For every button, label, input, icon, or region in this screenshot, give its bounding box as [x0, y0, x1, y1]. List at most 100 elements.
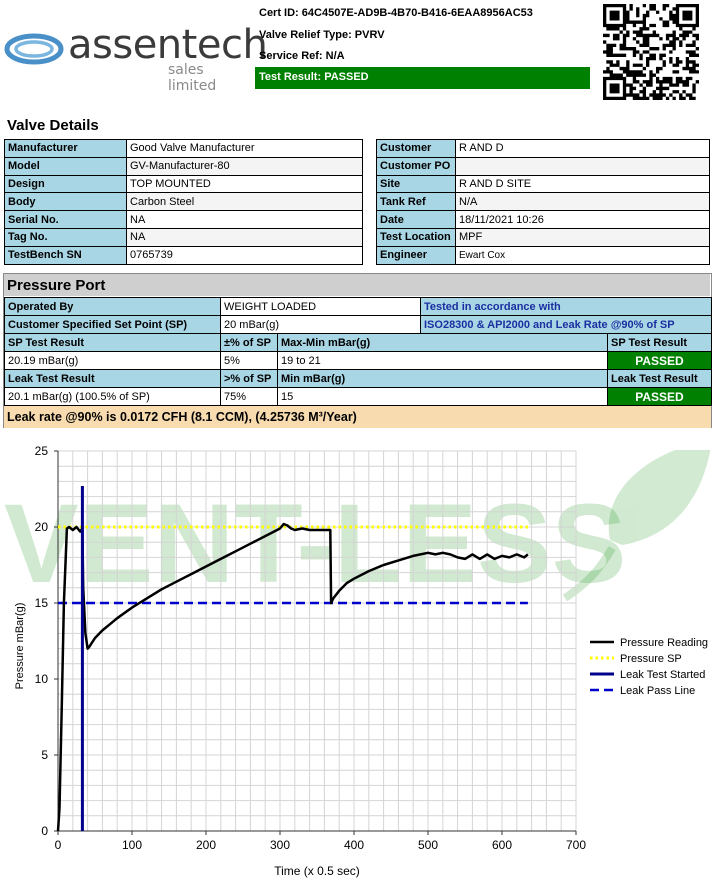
field-value: Good Valve Manufacturer: [126, 139, 363, 158]
set-point-value: 20 mBar(g): [220, 315, 421, 334]
logo-rings-icon: [4, 33, 64, 65]
leak-threshold-value: 75%: [220, 387, 278, 406]
table-row: Test Location MPF: [376, 227, 710, 247]
y-axis-label: Pressure mBar(g): [14, 603, 26, 690]
x-axis-label: Time (x 0.5 sec): [274, 864, 360, 878]
field-label: Date: [376, 210, 456, 229]
table-row: Tank Ref N/A: [376, 192, 710, 212]
field-value: TOP MOUNTED: [126, 174, 363, 194]
table-row: Body Carbon Steel: [4, 192, 363, 212]
sp-passed-badge: PASSED: [606, 351, 713, 370]
table-row: Customer Specified Set Point (SP) 20 mBa…: [4, 315, 713, 334]
y-tick-label: 25: [35, 444, 49, 458]
field-value: R AND D: [455, 139, 710, 158]
x-tick-label: 0: [55, 838, 62, 852]
field-value: Ewart Cox: [455, 245, 710, 265]
table-row: Leak Test Result >% of SP Min mBar(g) Le…: [4, 369, 713, 388]
legend-item: Leak Pass Line: [620, 685, 695, 697]
field-label: Customer: [376, 139, 456, 158]
pressure-port-table: Operated By WEIGHT LOADED Tested in acco…: [4, 297, 713, 406]
leak-min-value: 15: [277, 387, 608, 406]
table-row: Customer R AND D: [376, 139, 710, 158]
sp-result-value: 20.19 mBar(g): [4, 351, 221, 370]
logo-tagline: sales limited: [168, 62, 217, 94]
field-label: TestBench SN: [4, 245, 127, 265]
column-header: Min mBar(g): [277, 369, 608, 388]
x-tick-label: 300: [270, 838, 290, 852]
valve-relief-type: Valve Relief Type: PVRV: [259, 29, 385, 41]
legend-item: Pressure Reading: [620, 637, 708, 649]
x-tick-label: 100: [122, 838, 142, 852]
table-row: TestBench SN 0765739: [4, 245, 363, 265]
qr-code-icon: [603, 4, 699, 100]
operated-by-value: WEIGHT LOADED: [220, 297, 421, 316]
test-standard: ISO28300 & API2000 and Leak Rate @90% of…: [419, 315, 713, 334]
column-header: Leak Test Result: [606, 369, 713, 388]
table-row: Serial No. NA: [4, 210, 363, 229]
valve-details-title: Valve Details: [7, 117, 99, 134]
table-row: Design TOP MOUNTED: [4, 174, 363, 194]
y-tick-label: 15: [35, 596, 49, 610]
x-tick-label: 400: [344, 838, 364, 852]
field-label: Body: [4, 192, 127, 212]
x-tick-label: 600: [492, 838, 512, 852]
valve-details-left-table: Manufacturer Good Valve Manufacturer Mode…: [4, 139, 363, 265]
sp-tolerance-value: 5%: [220, 351, 278, 370]
pressure-port-title: Pressure Port: [4, 274, 710, 296]
column-header: SP Test Result: [4, 333, 221, 352]
sp-range-value: 19 to 21: [277, 351, 608, 370]
leak-result-value: 20.1 mBar(g) (100.5% of SP): [4, 387, 221, 406]
x-tick-label: 700: [566, 838, 586, 852]
x-tick-label: 500: [418, 838, 438, 852]
column-header: >% of SP: [220, 369, 278, 388]
column-header: Leak Test Result: [4, 369, 221, 388]
legend-item: Leak Test Started: [620, 669, 705, 681]
field-label: Site: [376, 174, 456, 194]
tested-in-accordance-label: Tested in accordance with: [419, 297, 713, 316]
column-header: SP Test Result: [606, 333, 713, 352]
y-tick-label: 10: [35, 672, 49, 686]
field-value: GV-Manufacturer-80: [126, 156, 363, 176]
field-label: Tag No.: [4, 227, 127, 247]
table-row: SP Test Result ±% of SP Max-Min mBar(g) …: [4, 333, 713, 352]
cert-id: Cert ID: 64C4507E-AD9B-4B70-B416-6EAA895…: [259, 7, 533, 19]
field-value: MPF: [455, 227, 710, 247]
field-label: Customer PO: [376, 156, 456, 176]
y-tick-label: 0: [41, 824, 48, 838]
valve-details-right-table: Customer R AND D Customer PO Site R AND D …: [376, 139, 710, 265]
service-ref: Service Ref: N/A: [259, 50, 345, 62]
table-row: Model GV-Manufacturer-80: [4, 156, 363, 176]
set-point-label: Customer Specified Set Point (SP): [4, 315, 221, 334]
field-label: Manufacturer: [4, 139, 127, 158]
test-result-banner: Test Result: PASSED: [255, 67, 590, 89]
table-row: Operated By WEIGHT LOADED Tested in acco…: [4, 297, 713, 316]
field-label: Test Location: [376, 227, 456, 247]
field-value: NA: [126, 227, 363, 247]
field-label: Model: [4, 156, 127, 176]
legend-item: Pressure SP: [620, 653, 682, 665]
field-value: NA: [126, 210, 363, 229]
table-row: Tag No. NA: [4, 227, 363, 247]
field-value: 0765739: [126, 245, 363, 265]
x-tick-label: 200: [196, 838, 216, 852]
table-row: Customer PO: [376, 156, 710, 176]
column-header: ±% of SP: [220, 333, 278, 352]
table-row: 20.19 mBar(g) 5% 19 to 21 PASSED: [4, 351, 713, 370]
table-row: Site R AND D SITE: [376, 174, 710, 194]
field-value: N/A: [455, 192, 710, 212]
leak-passed-badge: PASSED: [606, 387, 713, 406]
column-header: Max-Min mBar(g): [277, 333, 608, 352]
field-value: 18/11/2021 10:26: [455, 210, 710, 229]
field-label: Serial No.: [4, 210, 127, 229]
leak-rate-summary: Leak rate @90% is 0.0172 CFH (8.1 CCM), …: [4, 406, 711, 428]
field-value: R AND D SITE: [455, 174, 710, 194]
table-row: Date 18/11/2021 10:26: [376, 210, 710, 229]
table-row: 20.1 mBar(g) (100.5% of SP) 75% 15 PASSE…: [4, 387, 713, 406]
operated-by-label: Operated By: [4, 297, 221, 316]
company-logo: assentech sales limited: [4, 20, 268, 94]
field-value: Carbon Steel: [126, 192, 363, 212]
field-label: Engineer: [376, 245, 456, 265]
table-row: Manufacturer Good Valve Manufacturer: [4, 139, 363, 158]
field-label: Design: [4, 174, 127, 194]
table-row: Engineer Ewart Cox: [376, 245, 710, 265]
